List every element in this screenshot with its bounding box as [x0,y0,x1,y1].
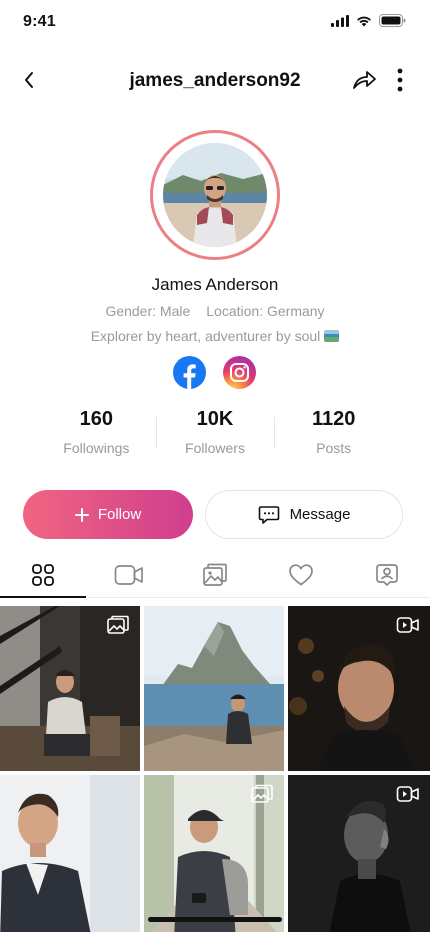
profile-stats: 160 Followings 10K Followers 1120 Posts [37,405,393,461]
status-time: 9:41 [23,13,56,30]
avatar[interactable] [163,143,267,247]
profile-gender: Gender: Male [105,303,191,319]
stat-value: 160 [79,408,114,430]
message-button[interactable]: Message [205,490,403,539]
heart-icon [289,563,313,585]
social-links [173,356,256,389]
more-options-button[interactable] [390,66,410,94]
profile-header: james_anderson92 [0,60,430,100]
post-thumbnail[interactable] [0,775,140,932]
facebook-link[interactable] [173,356,206,389]
video-icon [114,564,143,585]
status-icons [331,14,406,27]
wifi-icon [357,16,371,26]
profile-location: Location: Germany [206,303,325,319]
stat-followers[interactable]: 10K Followers [155,405,275,461]
stat-followings[interactable]: 160 Followings [37,405,156,461]
post-thumbnail[interactable] [144,606,284,771]
post-thumbnail[interactable] [288,775,430,932]
gallery-icon [203,563,227,586]
share-button[interactable] [350,66,378,94]
follow-button[interactable]: Follow [23,490,193,539]
tab-tagged[interactable] [344,552,430,597]
stat-label: Followers [185,440,245,456]
tab-videos[interactable] [86,552,172,597]
post-image [0,775,140,932]
content-tabs [0,552,430,598]
profile-name: James Anderson [151,275,279,294]
tab-photos[interactable] [172,552,258,597]
post-thumbnail[interactable] [144,775,284,932]
instagram-icon [230,363,249,382]
video-badge-icon [396,617,419,633]
map-emoji-icon [324,330,340,342]
avatar-photo [163,143,267,247]
post-image [144,606,284,771]
instagram-link[interactable] [223,356,256,389]
video-badge-icon [396,786,419,802]
home-indicator[interactable] [148,917,282,922]
stat-value: 1120 [311,408,356,430]
follow-button-label: Follow [97,506,142,523]
battery-icon [379,14,406,27]
photo-badge-icon [107,615,129,634]
chat-bubble-icon [258,505,279,524]
posts-grid [0,606,430,932]
tab-grid[interactable] [0,552,86,598]
profile-bio: Explorer by heart, adventurer by soul [0,328,430,344]
profile-meta: Gender: Male Location: Germany [0,303,430,319]
user-tag-icon [376,563,398,586]
stat-value: 10K [196,408,234,430]
message-button-label: Message [289,506,351,523]
avatar-ring [150,130,280,260]
plus-icon [74,507,89,522]
tab-liked[interactable] [258,552,344,597]
cellular-signal-icon [331,14,349,27]
share-icon [353,71,376,89]
stat-label: Followings [63,440,130,456]
more-vertical-icon [397,68,403,92]
facebook-icon [183,364,196,389]
grid-icon [32,563,54,586]
stat-label: Posts [316,440,352,456]
stat-posts[interactable]: 1120 Posts [274,405,393,461]
post-thumbnail[interactable] [288,606,430,771]
post-thumbnail[interactable] [0,606,140,771]
photo-badge-icon [251,784,273,803]
status-bar: 9:41 [0,0,430,44]
profile-bio-text: Explorer by heart, adventurer by soul [90,328,321,344]
